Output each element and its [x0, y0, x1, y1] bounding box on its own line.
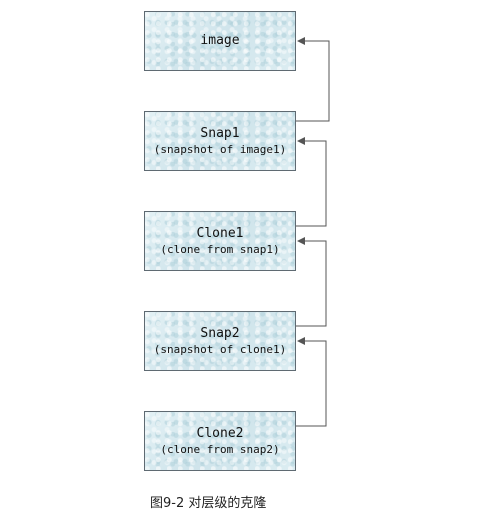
figure-caption: 图9-2 对层级的克隆 [150, 496, 267, 511]
connector-clone2-to-snap2 [296, 337, 327, 427]
connector-snap2-to-clone1 [296, 237, 327, 327]
connector-clone1-to-snap1 [296, 137, 327, 227]
connector-snap1-to-image [296, 37, 330, 122]
connector-layer [296, 37, 330, 427]
